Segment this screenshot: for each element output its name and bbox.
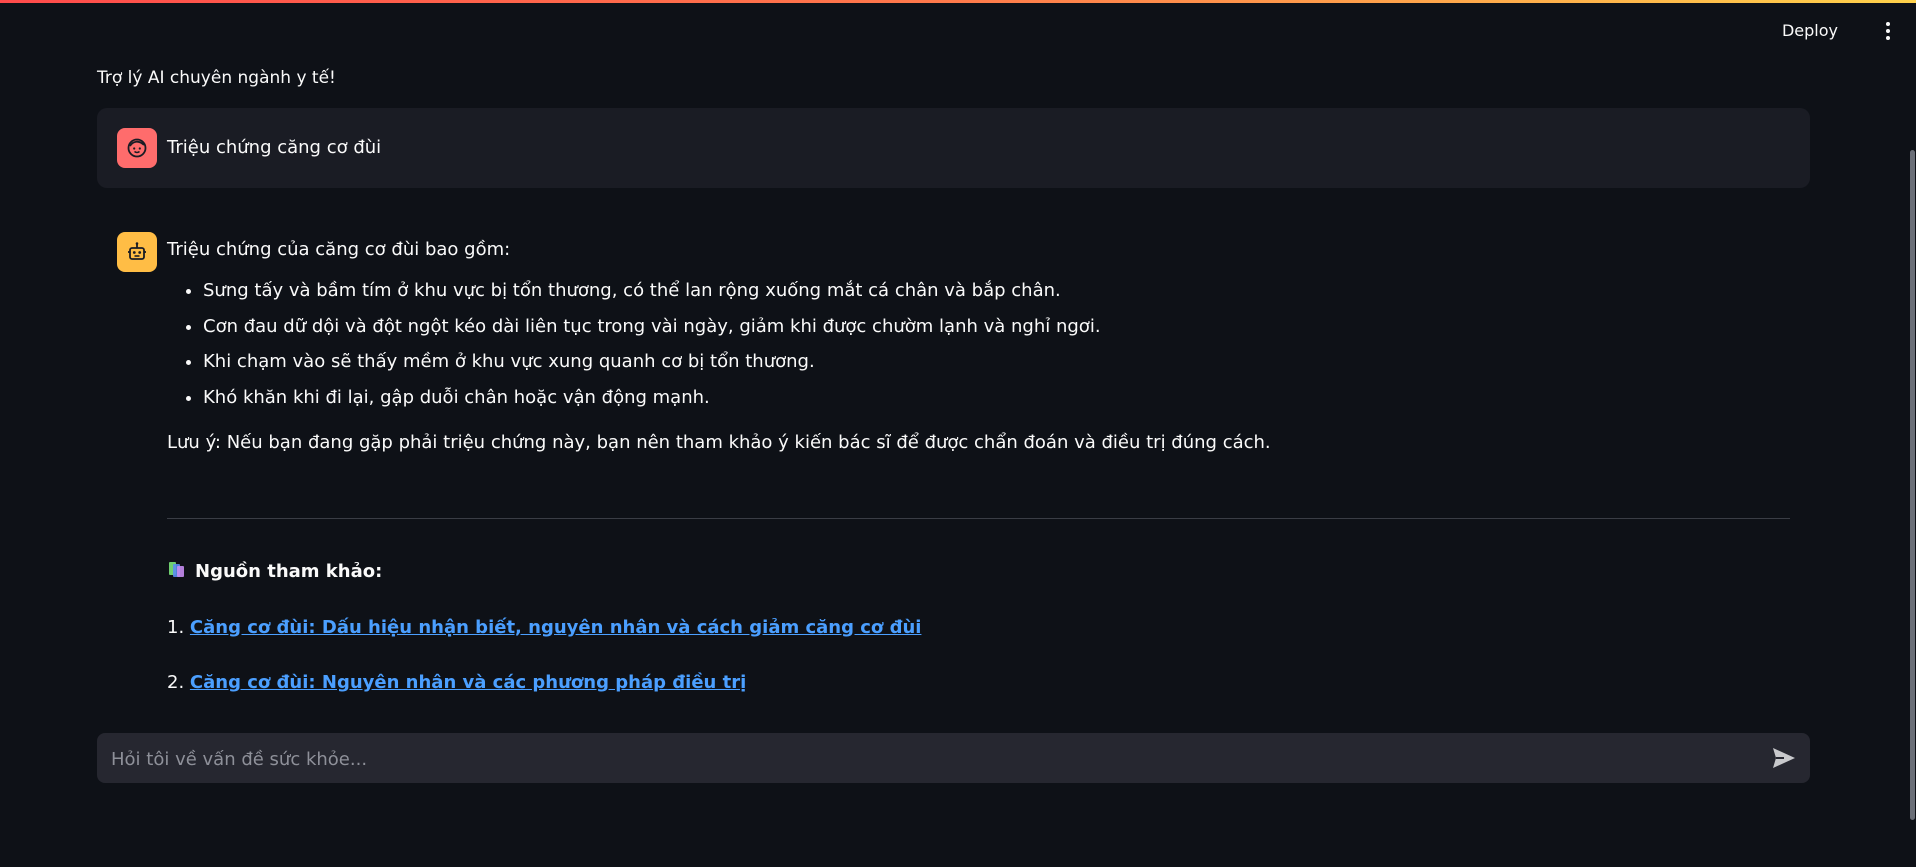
sources-heading-label: Nguồn tham khảo:: [195, 560, 383, 582]
source-item: 2. Căng cơ đùi: Nguyên nhân và các phươn…: [167, 671, 1790, 694]
divider: [167, 517, 1790, 519]
user-chat-message: Triệu chứng căng cơ đùi: [97, 108, 1810, 188]
source-number: 1.: [167, 616, 185, 638]
assistant-intro-text: Triệu chứng của căng cơ đùi bao gồm:: [167, 239, 511, 260]
assistant-chat-message: Triệu chứng của căng cơ đùi bao gồm: Sưn…: [97, 210, 1810, 715]
chat-input-container: [97, 733, 1810, 785]
chat-input[interactable]: [109, 733, 1733, 785]
app-page: Deploy Trợ lý AI chuyên ngành y tế! Triệ…: [0, 0, 1916, 867]
books-icon: [167, 559, 187, 584]
user-face-icon: [117, 128, 157, 168]
page-title: Trợ lý AI chuyên ngành y tế!: [97, 68, 336, 88]
scrollbar[interactable]: [1908, 0, 1916, 867]
symptom-list: Sưng tấy và bầm tím ở khu vực bị tổn thư…: [167, 277, 1790, 413]
source-number: 2.: [167, 672, 185, 694]
note-text: Lưu ý: Nếu bạn đang gặp phải triệu chứng…: [167, 431, 1271, 453]
sources-heading: Nguồn tham khảo:: [167, 559, 1790, 584]
list-item: Sưng tấy và bầm tím ở khu vực bị tổn thư…: [203, 277, 1790, 306]
deploy-button[interactable]: Deploy: [1774, 17, 1846, 44]
list-item: Khó khăn khi đi lại, gập duỗi chân hoặc …: [203, 384, 1790, 413]
main-content: Trợ lý AI chuyên ngành y tế! Triệu chứng…: [97, 56, 1810, 715]
source-item: 1. Căng cơ đùi: Dấu hiệu nhận biết, nguy…: [167, 616, 1790, 639]
source-link[interactable]: Căng cơ đùi: Dấu hiệu nhận biết, nguyên …: [190, 617, 922, 638]
kebab-menu-icon[interactable]: [1876, 19, 1900, 43]
app-header: Deploy: [0, 3, 1916, 58]
scrollbar-thumb[interactable]: [1910, 150, 1915, 820]
source-link[interactable]: Căng cơ đùi: Nguyên nhân và các phương p…: [190, 672, 746, 693]
robot-icon: [117, 232, 157, 272]
user-message-text: Triệu chứng căng cơ đùi: [167, 136, 382, 158]
send-icon[interactable]: [1770, 745, 1798, 771]
list-item: Cơn đau dữ dội và đột ngột kéo dài liên …: [203, 313, 1790, 342]
list-item: Khi chạm vào sẽ thấy mềm ở khu vực xung …: [203, 348, 1790, 377]
